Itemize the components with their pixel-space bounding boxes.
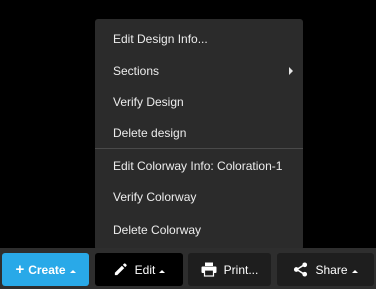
create-button[interactable]: + Create <box>2 253 89 286</box>
menu-item-label: Delete design <box>113 126 187 140</box>
share-button-label: Share <box>315 262 348 277</box>
create-button-label: Create <box>28 262 66 277</box>
print-button-label: Print... <box>223 262 259 277</box>
pencil-icon <box>113 262 128 277</box>
menu-item-label: Edit Colorway Info: Coloration-1 <box>113 159 283 173</box>
menu-item-sections[interactable]: Sections <box>95 56 303 86</box>
print-button[interactable]: Print... <box>188 253 271 286</box>
menu-item-label: Edit Design Info... <box>113 32 208 46</box>
menu-item-edit-design-info[interactable]: Edit Design Info... <box>95 24 303 54</box>
edit-dropdown-menu: Edit Design Info... Sections Verify Desi… <box>95 19 303 250</box>
menu-item-label: Sections <box>113 64 160 78</box>
menu-divider <box>95 148 303 149</box>
menu-item-delete-colorway[interactable]: Delete Colorway <box>95 215 303 245</box>
menu-item-edit-colorway-info[interactable]: Edit Colorway Info: Coloration-1 <box>95 151 303 181</box>
edit-button-label: Edit <box>134 262 156 277</box>
menu-item-verify-design[interactable]: Verify Design <box>95 87 303 117</box>
menu-item-label: Delete Colorway <box>113 223 202 237</box>
menu-item-verify-colorway[interactable]: Verify Colorway <box>95 182 303 212</box>
share-button[interactable]: Share <box>277 253 374 286</box>
share-icon <box>293 262 308 277</box>
edit-button[interactable]: Edit <box>95 253 183 286</box>
app-stage: Edit Design Info... Sections Verify Desi… <box>0 0 376 289</box>
caret-up-icon <box>159 269 166 273</box>
submenu-arrow-icon <box>289 67 293 75</box>
plus-icon: + <box>15 261 25 278</box>
menu-item-delete-design[interactable]: Delete design <box>95 118 303 148</box>
caret-up-icon <box>351 269 358 273</box>
caret-up-icon <box>69 269 76 273</box>
menu-item-label: Verify Design <box>113 95 184 109</box>
menu-item-label: Verify Colorway <box>113 190 197 204</box>
printer-icon <box>201 262 217 277</box>
